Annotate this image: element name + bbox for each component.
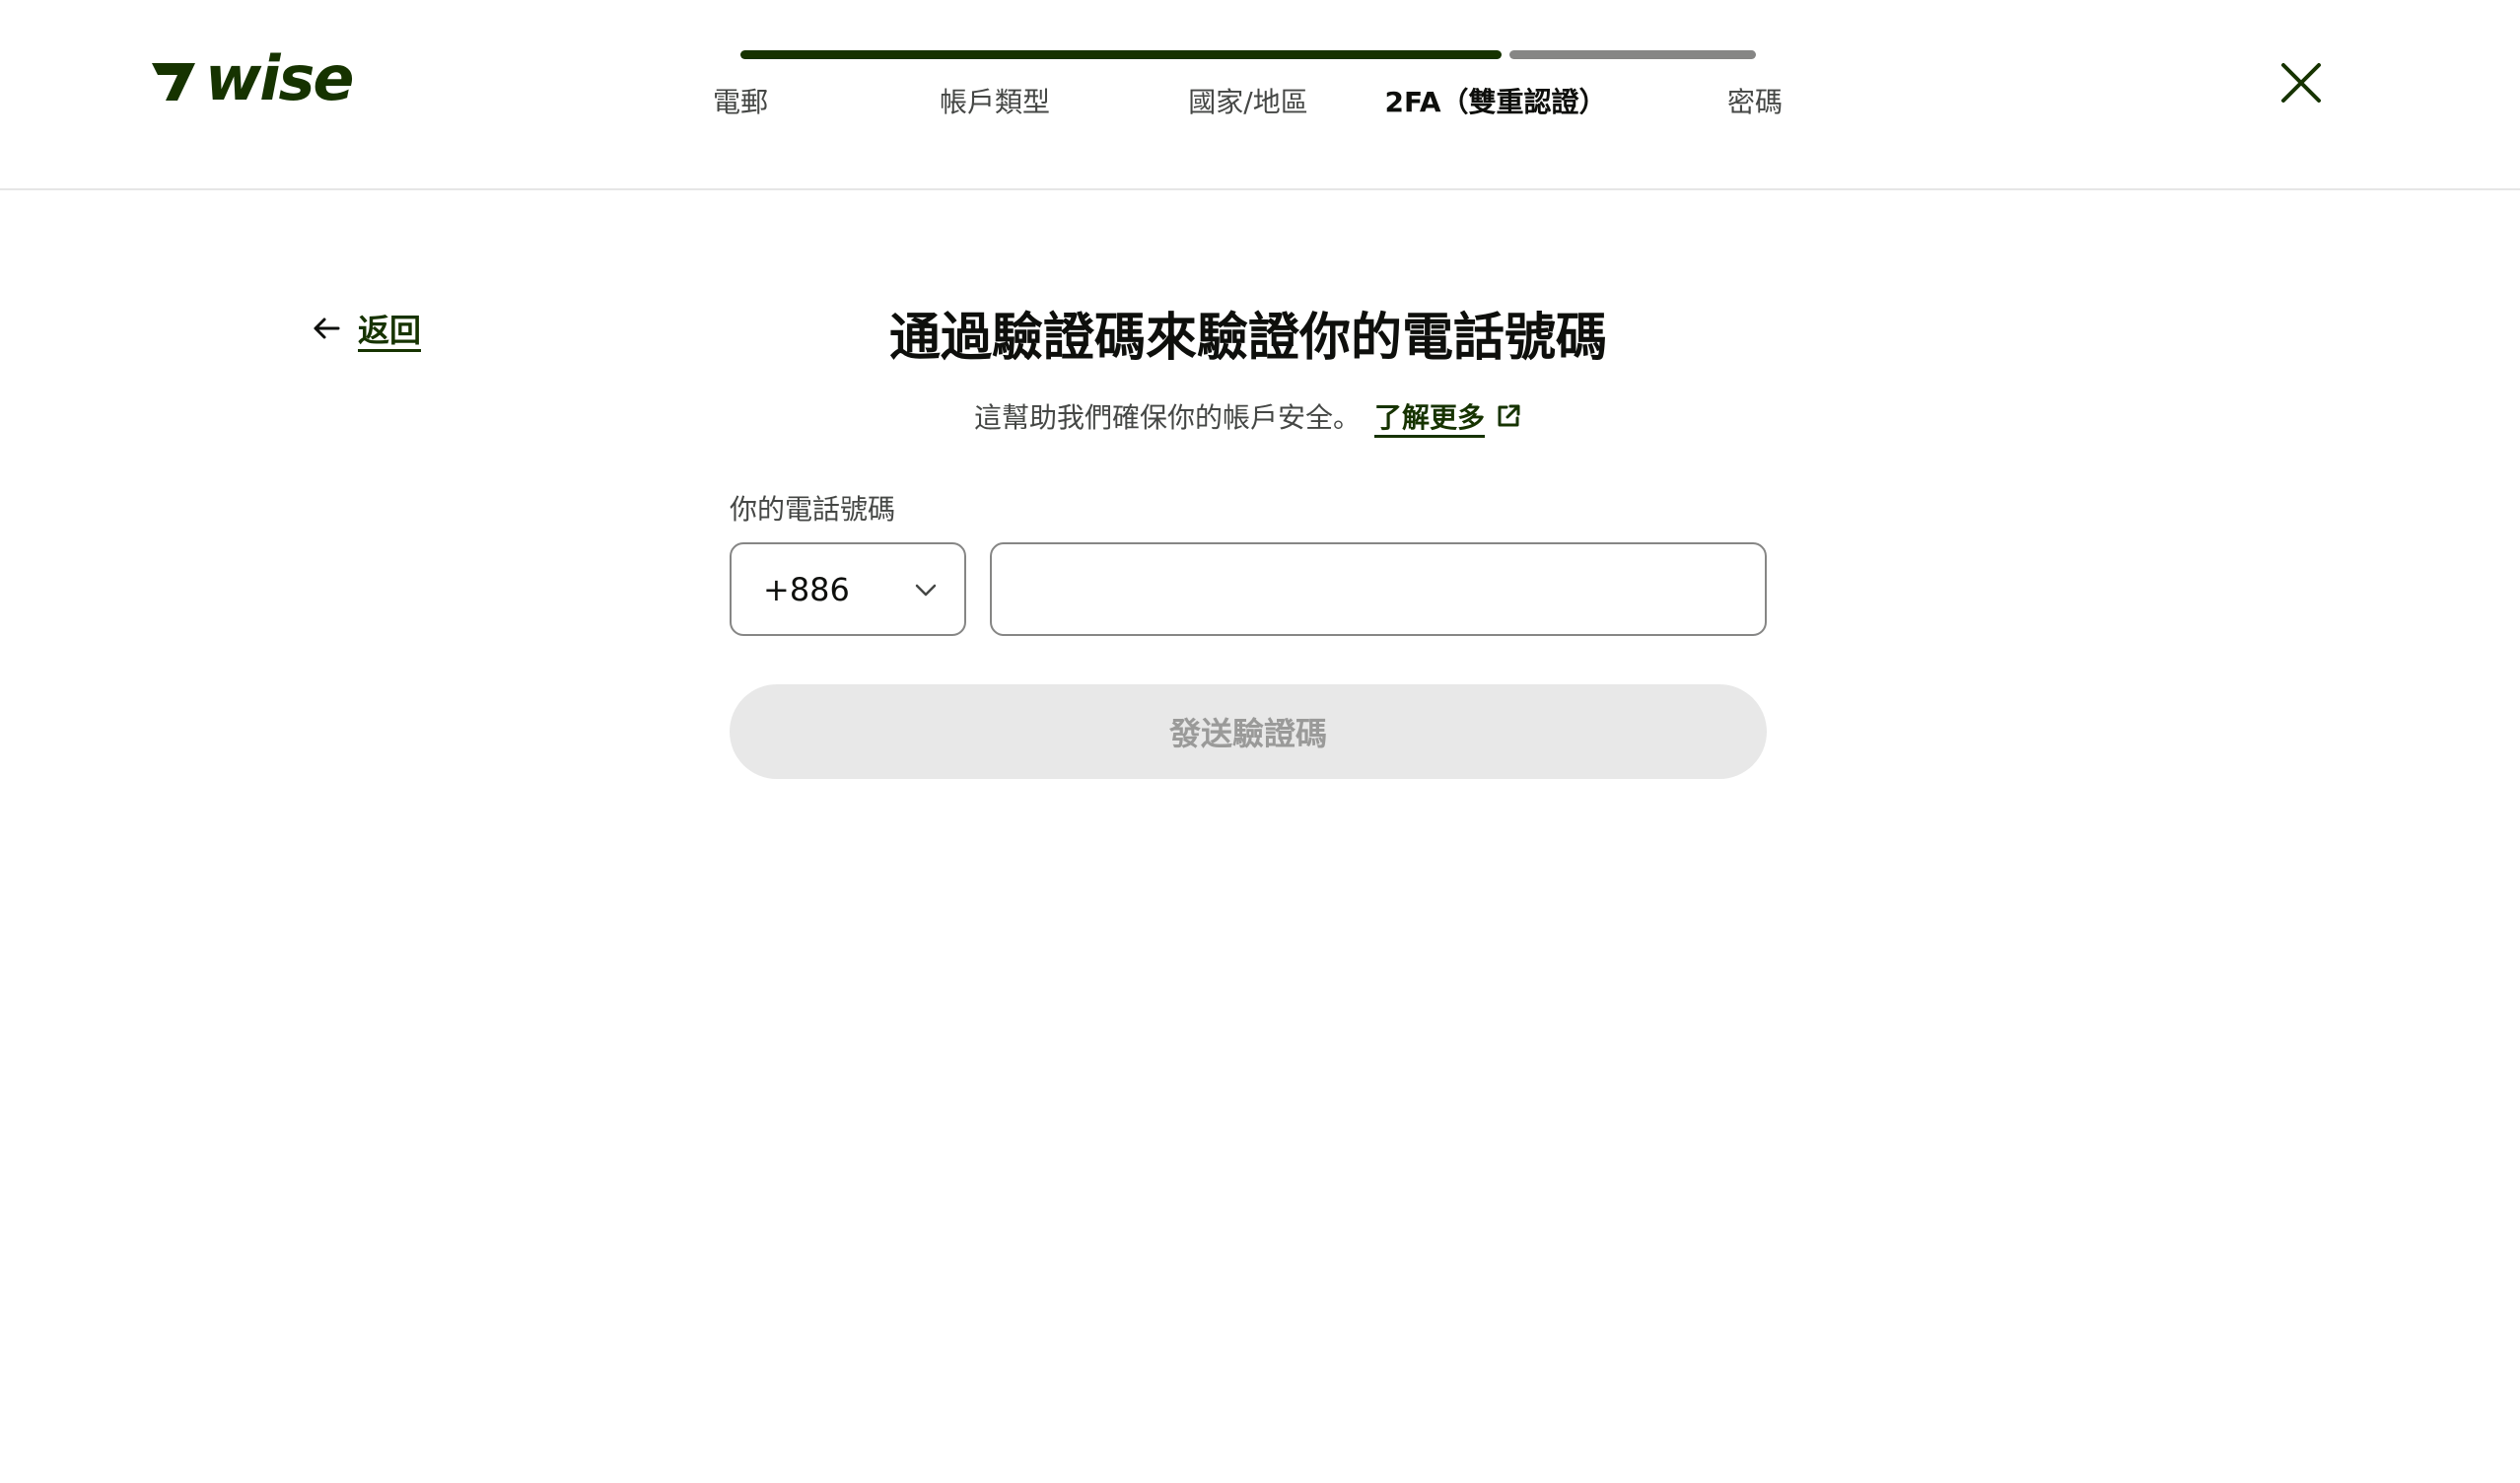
country-code-select[interactable]: +886 [730, 542, 966, 636]
phone-number-label: 你的電話號碼 [730, 493, 896, 526]
external-link-icon [1498, 404, 1520, 427]
step-2fa: 2FA（雙重認證） [1384, 86, 1607, 118]
learn-more-label: 了解更多 [1374, 401, 1486, 434]
wise-logo-text: wise [205, 42, 354, 114]
step-email: 電郵 [712, 86, 769, 118]
signup-progress-bar [740, 50, 1756, 59]
phone-number-input[interactable] [990, 542, 1767, 636]
wise-flag-icon [152, 63, 195, 101]
step-country: 國家/地區 [1188, 86, 1308, 118]
close-icon[interactable] [2279, 61, 2323, 105]
wise-logo[interactable]: wise [148, 42, 354, 114]
step-account-type: 帳戶類型 [939, 86, 1051, 118]
progress-remaining [1509, 50, 1756, 59]
page-title: 通過驗證碼來驗證你的電話號碼 [888, 309, 1607, 368]
top-header: wise 電郵 帳戶類型 國家/地區 2FA（雙重認證） 密碼 [0, 0, 2520, 190]
chevron-down-icon [915, 584, 937, 596]
subtitle-text: 這幫助我們確保你的帳戶安全。 [973, 401, 1361, 434]
country-code-value: +886 [763, 570, 850, 608]
progress-completed [740, 50, 1502, 59]
learn-more-link[interactable]: 了解更多 [1374, 396, 1522, 436]
step-password: 密碼 [1726, 86, 1784, 118]
page-subtitle: 這幫助我們確保你的帳戶安全。 了解更多 [0, 396, 2496, 436]
send-code-button[interactable]: 發送驗證碼 [730, 684, 1767, 779]
